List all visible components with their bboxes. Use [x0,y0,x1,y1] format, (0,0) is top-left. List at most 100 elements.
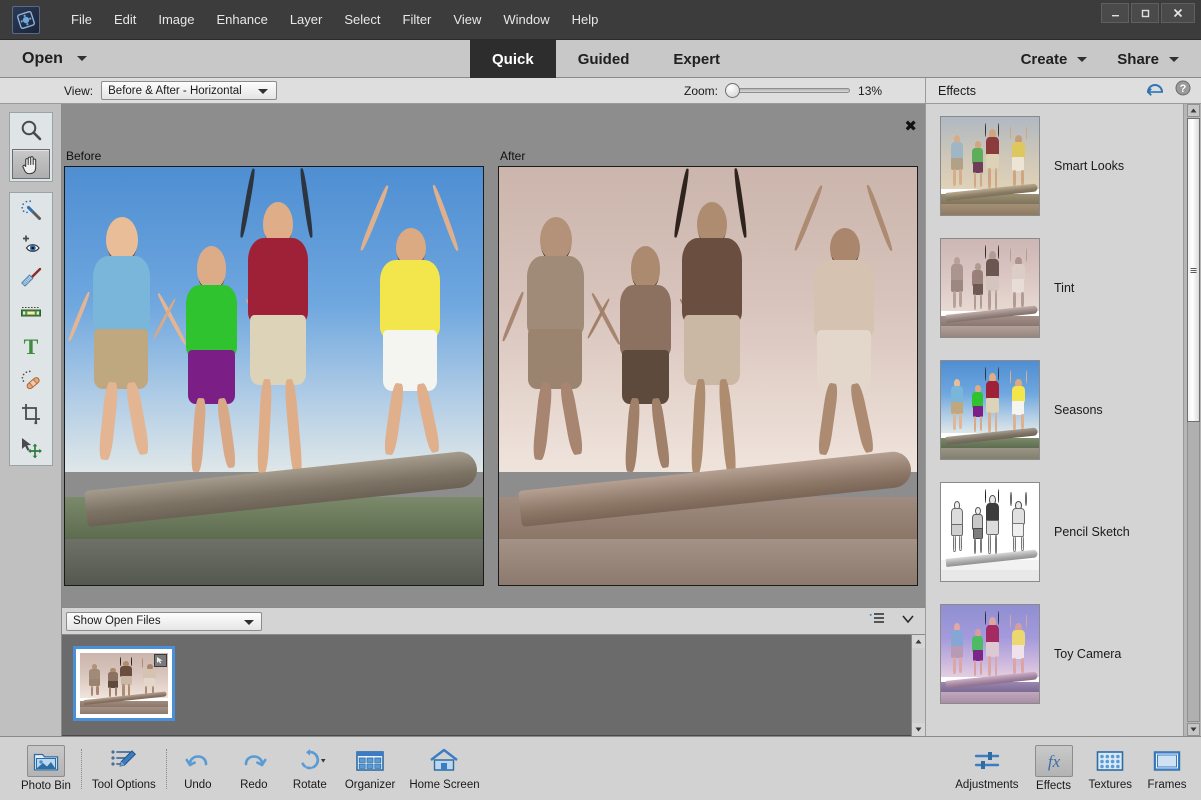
taskbar-label: Tool Options [91,779,156,791]
open-button-label: Open [22,49,63,67]
image-canvas: ✖ Before After [62,104,925,607]
effect-item-smart-looks[interactable]: Smart Looks [940,116,1124,216]
list-options-icon[interactable] [869,612,885,631]
taskbar-tool-options-button[interactable]: Tool Options [85,740,163,798]
quick-selection-tool[interactable] [10,193,52,227]
zoom-percent-value: 13% [858,83,883,98]
taskbar-label: Organizer [344,779,396,791]
menu-item-window[interactable]: Window [492,8,560,31]
menu-item-image[interactable]: Image [147,8,205,31]
taskbar-label: Adjustments [955,779,1019,791]
tab-guided[interactable]: Guided [556,40,652,78]
menu-item-select[interactable]: Select [333,8,391,31]
menu-item-enhance[interactable]: Enhance [206,8,279,31]
effects-list: Smart Looks Tint Seasons Pencil Sketch T… [926,104,1184,736]
effects-scroll-down-arrow-icon[interactable] [1187,723,1200,736]
effect-thumbnail[interactable] [940,360,1040,460]
photo-bin-scrollbar[interactable] [911,635,925,736]
scroll-down-arrow-icon[interactable] [912,723,925,736]
taskbar-effects-button[interactable]: fx Effects [1026,740,1082,798]
effect-thumbnail[interactable] [940,604,1040,704]
taskbar-label: Textures [1088,779,1132,791]
menu-item-edit[interactable]: Edit [103,8,147,31]
close-image-button[interactable]: ✖ [904,119,917,134]
tab-expert[interactable]: Expert [651,40,742,78]
tab-quick[interactable]: Quick [470,40,556,78]
effect-thumbnail[interactable] [940,238,1040,338]
zoom-slider[interactable] [725,83,851,98]
taskbar-home-screen-button[interactable]: Home Screen [402,740,486,798]
scroll-up-arrow-icon[interactable] [912,635,925,648]
after-label: After [500,149,526,163]
move-tool[interactable] [10,431,52,465]
effect-item-toy-camera[interactable]: Toy Camera [940,604,1121,704]
effects-scrollbar-thumb[interactable] [1187,118,1200,422]
spot-healing-brush-tool[interactable] [10,363,52,397]
taskbar-label: Effects [1036,780,1071,792]
cursor-badge-icon [154,654,167,667]
zoom-slider-handle[interactable] [725,83,741,98]
photo-bin-filter-value: Show Open Files [73,615,161,627]
before-image[interactable] [64,166,484,586]
text-t-icon: T [23,334,38,358]
photo-bin-thumbnail[interactable] [73,646,175,721]
tool-group-view [8,112,53,182]
mode-tabs: Quick Guided Expert [470,40,742,78]
chevron-down-icon[interactable] [901,612,915,630]
effect-thumbnail[interactable] [940,482,1040,582]
move-arrows-icon [21,438,42,459]
menu-item-file[interactable]: File [60,8,103,31]
taskbar-textures-button[interactable]: Textures [1082,740,1139,798]
taskbar-adjustments-button[interactable]: Adjustments [948,740,1025,798]
share-button[interactable]: Share [1105,51,1191,68]
eye-plus-icon [22,235,40,252]
taskbar-photo-bin-button[interactable]: Photo Bin [14,740,78,798]
create-share-group: Create Share [1009,40,1191,78]
photo-bin-filter-select[interactable]: Show Open Files [66,611,262,631]
open-button[interactable]: Open [0,40,107,77]
menu-item-layer[interactable]: Layer [279,8,334,31]
minimize-button[interactable] [1101,3,1129,23]
taskbar-redo-button[interactable]: Redo [226,740,282,798]
effect-item-pencil-sketch[interactable]: Pencil Sketch [940,482,1130,582]
effects-scroll-up-arrow-icon[interactable] [1187,104,1200,117]
tool-options-icon [110,746,138,776]
menu-item-help[interactable]: Help [561,8,610,31]
whiten-teeth-tool[interactable] [10,261,52,295]
panel-header-icons: ? [1145,80,1191,101]
taskbar-organizer-button[interactable]: Organizer [338,740,403,798]
zoom-tool[interactable] [10,113,52,147]
effect-item-seasons[interactable]: Seasons [940,360,1103,460]
effect-item-tint[interactable]: Tint [940,238,1074,338]
maximize-button[interactable] [1131,3,1159,23]
close-button[interactable] [1161,3,1195,23]
menu-bar: File Edit Image Enhance Layer Select Fil… [60,8,609,31]
effect-label: Smart Looks [1054,159,1125,173]
view-mode-select[interactable]: Before & After - Horizontal [101,81,278,100]
taskbar-rotate-button[interactable]: Rotate [282,740,338,798]
taskbar-label: Undo [184,779,212,791]
crop-tool[interactable] [10,397,52,431]
effects-scrollbar[interactable] [1183,104,1201,736]
view-label: View: [64,83,94,98]
mode-bar: Open Quick Guided Expert Create Share [0,40,1201,78]
fx-icon: fx [1034,745,1073,777]
straighten-tool[interactable] [10,295,52,329]
help-circle-icon[interactable]: ? [1175,80,1191,101]
title-bar: File Edit Image Enhance Layer Select Fil… [0,0,1201,40]
undo-arc-icon[interactable] [1145,80,1165,101]
create-button[interactable]: Create [1009,51,1100,68]
type-tool[interactable]: T [10,329,52,363]
after-image[interactable] [498,166,918,586]
red-eye-removal-tool[interactable] [10,227,52,261]
bandage-icon [21,370,40,390]
menu-item-view[interactable]: View [442,8,492,31]
menu-item-filter[interactable]: Filter [392,8,443,31]
effect-thumbnail[interactable] [940,116,1040,216]
chevron-down-icon [76,56,87,61]
bottom-taskbar: Photo Bin Tool Options Undo Redo Rotate … [0,736,1201,800]
taskbar-frames-button[interactable]: Frames [1139,740,1195,798]
taskbar-label: Home Screen [409,779,480,791]
hand-tool[interactable] [11,149,50,179]
taskbar-undo-button[interactable]: Undo [170,740,226,798]
